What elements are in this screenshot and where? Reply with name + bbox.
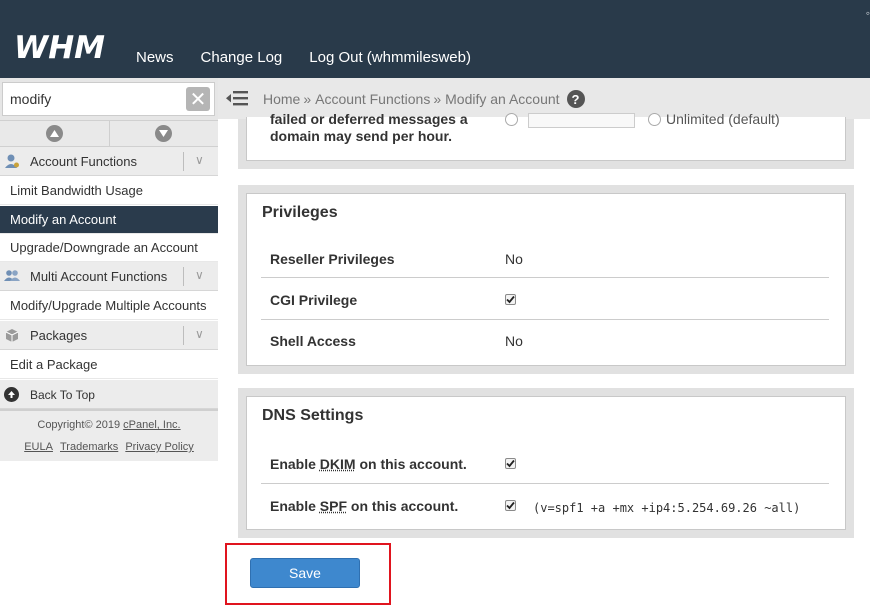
sidebar-item-upgrade-downgrade[interactable]: Upgrade/Downgrade an Account [0, 234, 218, 262]
shell-access-label: Shell Access [270, 333, 356, 349]
spf-suffix: on this account. [347, 498, 459, 514]
category-label: Multi Account Functions [30, 268, 168, 284]
divider [183, 326, 184, 345]
user-icon [5, 154, 19, 168]
shell-access-value: No [505, 333, 523, 349]
privileges-title: Privileges [262, 204, 338, 221]
arrow-up-icon [45, 125, 63, 142]
clear-search-icon[interactable]: ✕ [186, 87, 210, 111]
breadcrumb-separator: » [433, 91, 442, 107]
category-packages[interactable]: Packages ∨ [0, 321, 218, 350]
mail-limits-panel: failed or deferred messages a domain may… [238, 111, 854, 169]
arrow-down-icon [155, 125, 173, 142]
footer-links: EULA Trademarks Privacy Policy [0, 441, 218, 453]
dkim-abbr: DKIM [319, 456, 356, 472]
reseller-privileges-label: Reseller Privileges [270, 251, 395, 267]
mail-limits-panel-body: failed or deferred messages a domain may… [246, 111, 846, 161]
cpanel-link[interactable]: cPanel, Inc. [123, 419, 180, 431]
unlimited-label: Unlimited (default) [666, 111, 780, 127]
eula-link[interactable]: EULA [24, 441, 53, 453]
main-content: failed or deferred messages a domain may… [218, 111, 870, 611]
row-divider [261, 483, 829, 484]
spf-record: (v=spf1 +a +mx +ip4:5.254.69.26 ~all) [533, 501, 801, 515]
privacy-policy-link[interactable]: Privacy Policy [125, 441, 193, 453]
breadcrumb-account-functions[interactable]: Account Functions [315, 91, 430, 107]
scroll-up-button[interactable] [0, 121, 109, 146]
chevron-down-icon[interactable]: ∨ [195, 327, 204, 341]
enable-spf-label: Enable SPF on this account. [270, 498, 458, 514]
checkmark-icon [506, 501, 515, 510]
dns-settings-panel: DNS Settings Enable DKIM on this account… [238, 388, 854, 538]
dkim-prefix: Enable [270, 456, 320, 472]
copyright-text: Copyright© 2019 [37, 419, 124, 431]
chevron-down-icon[interactable]: ∨ [195, 153, 204, 167]
row-divider [261, 277, 829, 278]
sidebar-footer: Copyright© 2019 cPanel, Inc. EULA Tradem… [0, 409, 218, 461]
whm-logo[interactable]: WHM [14, 31, 105, 65]
cgi-privilege-checkbox[interactable] [505, 294, 516, 305]
breadcrumb-separator: » [303, 91, 312, 107]
enable-dkim-label: Enable DKIM on this account. [270, 456, 467, 472]
max-deferred-label: failed or deferred messages a domain may… [270, 111, 468, 144]
trademarks-link[interactable]: Trademarks [60, 441, 118, 453]
enable-dkim-checkbox[interactable] [505, 458, 516, 469]
top-header: WHM News Change Log Log Out (whmmilesweb… [0, 0, 870, 78]
privileges-panel: Privileges Reseller Privileges No CGI Pr… [238, 185, 854, 374]
sidebar-item-modify-upgrade-multiple[interactable]: Modify/Upgrade Multiple Accounts [0, 292, 218, 320]
scroll-down-button[interactable] [108, 121, 218, 146]
breadcrumb: Home » Account Functions » Modify an Acc… [263, 90, 585, 108]
collapse-menu-icon[interactable] [226, 89, 248, 107]
unlimited-radio[interactable] [648, 113, 661, 126]
news-link[interactable]: News [136, 49, 174, 67]
save-button[interactable]: Save [250, 558, 360, 588]
dns-settings-panel-body: DNS Settings Enable DKIM on this account… [246, 396, 846, 530]
help-icon[interactable]: ? [566, 90, 585, 108]
users-icon [4, 270, 20, 281]
top-nav: News Change Log Log Out (whmmilesweb) [136, 49, 498, 67]
reseller-privileges-value: No [505, 251, 523, 267]
sidebar-scroll-controls [0, 120, 218, 147]
sidebar-item-modify-account[interactable]: Modify an Account [0, 206, 218, 234]
row-divider [261, 319, 829, 320]
back-to-top[interactable]: Back To Top [0, 380, 218, 409]
custom-value-radio[interactable] [505, 113, 518, 126]
search-area: ✕ [0, 78, 218, 120]
category-account-functions[interactable]: Account Functions ∨ [0, 147, 218, 176]
logout-link[interactable]: Log Out (whmmilesweb) [309, 49, 471, 67]
category-label: Packages [30, 327, 88, 343]
enable-spf-checkbox[interactable] [505, 500, 516, 511]
sidebar-item-edit-package[interactable]: Edit a Package [0, 351, 218, 379]
category-label: Account Functions [30, 153, 137, 169]
checkmark-icon [506, 459, 515, 468]
chevron-down-icon[interactable]: ∨ [195, 268, 204, 282]
search-input[interactable] [2, 82, 215, 116]
spf-prefix: Enable [270, 498, 320, 514]
divider [183, 267, 184, 286]
sidebar-item-limit-bandwidth[interactable]: Limit Bandwidth Usage [0, 177, 218, 205]
copyright: Copyright© 2019 cPanel, Inc. [0, 419, 218, 431]
corner-indicator-icon: ◦ [865, 6, 870, 20]
privileges-panel-body: Privileges Reseller Privileges No CGI Pr… [246, 193, 846, 366]
change-log-link[interactable]: Change Log [201, 49, 283, 67]
category-multi-account-functions[interactable]: Multi Account Functions ∨ [0, 262, 218, 291]
arrow-up-circle-icon [4, 387, 19, 402]
cgi-privilege-label: CGI Privilege [270, 292, 358, 308]
divider [183, 152, 184, 171]
package-icon [5, 329, 19, 342]
breadcrumb-current: Modify an Account [445, 91, 560, 107]
dkim-suffix: on this account. [355, 456, 467, 472]
deferred-limit-input[interactable] [528, 113, 635, 128]
sidebar: ✕ Account Functions ∨ Limit Bandwidth Us… [0, 78, 218, 611]
back-to-top-label: Back To Top [30, 388, 95, 402]
spf-abbr: SPF [319, 498, 348, 514]
breadcrumb-home[interactable]: Home [263, 91, 300, 107]
checkmark-icon [506, 295, 515, 304]
dns-settings-title: DNS Settings [262, 407, 364, 424]
